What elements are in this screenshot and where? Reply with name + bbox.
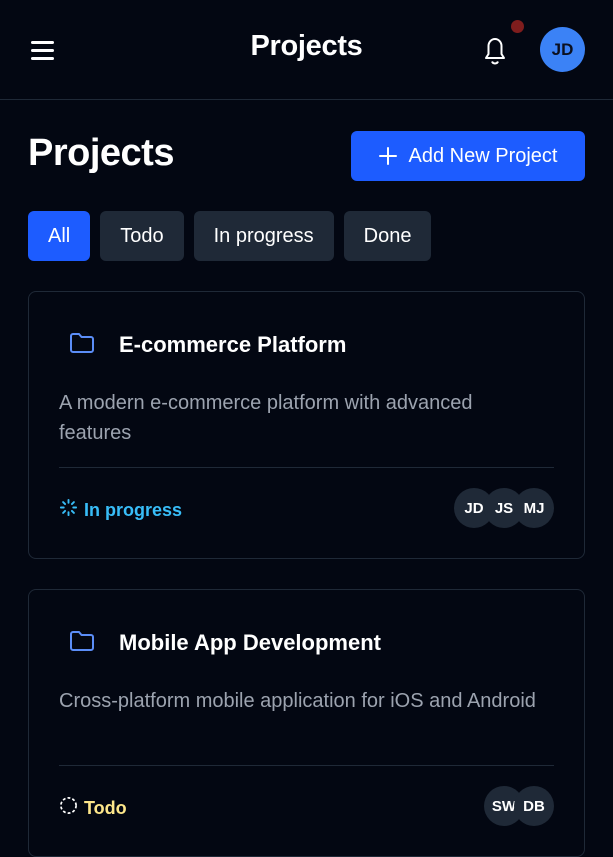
divider	[59, 765, 554, 766]
page-title: Projects	[28, 132, 174, 174]
user-avatar[interactable]: JD	[540, 27, 585, 72]
project-title: Mobile App Development	[119, 630, 381, 655]
status-label: In progress	[84, 499, 183, 520]
project-description: Cross-platform mobile application for iO…	[59, 690, 536, 712]
plus-icon	[378, 147, 397, 165]
project-card[interactable]: Mobile App Development Cross-platform mo…	[28, 589, 585, 857]
status-label: Todo	[84, 797, 127, 818]
loader-icon	[59, 498, 78, 522]
bell-icon[interactable]	[478, 32, 512, 68]
member-avatar[interactable]: MJ	[514, 488, 554, 528]
app-title: Projects	[250, 30, 363, 62]
filter-in-progress[interactable]: In progress	[193, 211, 334, 261]
project-description: A modern e-commerce platform with advanc…	[59, 392, 473, 444]
top-bar: Projects JD	[0, 0, 613, 100]
todo-circle-icon	[59, 796, 78, 820]
filter-done[interactable]: Done	[343, 211, 432, 261]
project-card[interactable]: E-commerce Platform A modern e-commerce …	[28, 291, 585, 559]
member-avatars: JD JS MJ	[454, 488, 554, 528]
status-badge: In progress	[59, 498, 182, 522]
folder-icon	[69, 332, 95, 354]
filter-all[interactable]: All	[28, 211, 91, 261]
add-new-project-button[interactable]: Add New Project	[351, 131, 585, 181]
folder-icon	[69, 630, 95, 652]
project-title: E-commerce Platform	[119, 332, 347, 357]
filter-tabs: All Todo In progress Done	[28, 211, 432, 261]
member-avatars: SW DB	[484, 786, 554, 826]
filter-todo[interactable]: Todo	[100, 211, 184, 261]
member-avatar[interactable]: DB	[514, 786, 554, 826]
divider	[59, 467, 554, 468]
add-new-project-label: Add New Project	[408, 144, 558, 167]
status-badge: Todo	[59, 796, 127, 820]
notification-dot	[511, 20, 524, 33]
